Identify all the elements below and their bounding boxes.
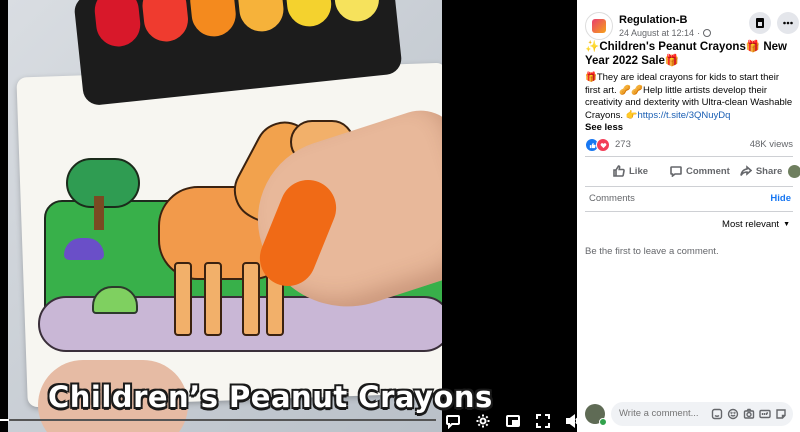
divider	[585, 156, 793, 157]
post-header: Regulation-B 24 August at 12:14 ·	[585, 12, 799, 40]
comment-icon	[670, 166, 682, 177]
reaction-icons[interactable]	[585, 138, 610, 152]
page-avatar[interactable]	[585, 12, 613, 40]
post-meta: 24 August at 12:14 ·	[619, 28, 712, 38]
meta-separator: ·	[697, 28, 701, 38]
picture-in-picture-icon[interactable]	[504, 412, 522, 430]
action-bar: Like Comment Share ▼	[585, 160, 800, 182]
more-options-button[interactable]	[777, 12, 799, 34]
comment-button[interactable]: Comment	[664, 160, 736, 182]
fullscreen-icon[interactable]	[534, 412, 552, 430]
comment-box[interactable]	[611, 402, 793, 426]
comments-label: Comments	[589, 193, 635, 204]
post-body: 🎁They are ideal crayons for kids to star…	[585, 72, 793, 135]
love-reaction-icon	[596, 138, 610, 152]
divider	[585, 186, 793, 187]
comment-composer	[585, 402, 797, 426]
video-controls	[444, 412, 577, 430]
reaction-count[interactable]: 273	[615, 139, 631, 150]
video-frame	[8, 0, 442, 432]
divider	[585, 211, 793, 212]
chevron-down-icon: ▼	[783, 221, 790, 228]
sticker-icon[interactable]	[711, 407, 723, 420]
share-label: Share	[755, 165, 783, 177]
composer-icons	[711, 407, 787, 420]
gif-icon[interactable]	[759, 407, 771, 419]
comment-input[interactable]	[619, 408, 699, 419]
comment-sort-label: Most relevant	[722, 219, 780, 230]
reactions-bar: 273 48K views	[585, 138, 793, 152]
captions-icon[interactable]	[444, 412, 462, 430]
progress-fill	[0, 419, 9, 421]
post-date[interactable]: 24 August at 12:14	[619, 28, 694, 38]
view-count: 48K views	[749, 139, 793, 150]
empty-comments-message: Be the first to leave a comment.	[585, 246, 719, 257]
avatar	[788, 164, 800, 178]
post-panel: Regulation-B 24 August at 12:14 · ✨Child…	[577, 0, 800, 432]
bookmark-icon	[756, 18, 764, 28]
see-less-link[interactable]: See less	[585, 122, 793, 135]
post-link[interactable]: https://t.site/3QNuyDq	[637, 110, 730, 121]
save-button[interactable]	[749, 12, 771, 34]
like-label: Like	[629, 165, 649, 177]
like-button[interactable]: Like	[607, 160, 654, 182]
settings-icon[interactable]	[474, 412, 492, 430]
page-name[interactable]: Regulation-B	[619, 14, 687, 26]
progress-bar[interactable]	[0, 419, 436, 421]
share-button[interactable]: Share	[734, 160, 788, 182]
emoji-icon[interactable]	[727, 407, 739, 420]
volume-icon[interactable]	[564, 412, 577, 430]
video-player[interactable]: Children’s Peanut Crayons	[0, 0, 577, 432]
thumbs-up-icon	[613, 165, 625, 177]
camera-icon[interactable]	[743, 407, 755, 419]
online-indicator	[599, 418, 607, 426]
post-title: ✨Children's Peanut Crayons🎁 New Year 202…	[585, 41, 787, 67]
hide-comments-button[interactable]: Hide	[770, 193, 791, 204]
share-icon	[740, 165, 752, 176]
comment-label: Comment	[686, 165, 730, 177]
video-caption: Children’s Peanut Crayons	[48, 380, 493, 414]
globe-icon	[703, 29, 712, 37]
audience-selector[interactable]: ▼	[788, 164, 800, 178]
comment-sort-dropdown[interactable]: Most relevant ▼	[722, 219, 790, 230]
avatar-sticker-icon[interactable]	[775, 407, 787, 419]
more-icon	[783, 21, 793, 25]
